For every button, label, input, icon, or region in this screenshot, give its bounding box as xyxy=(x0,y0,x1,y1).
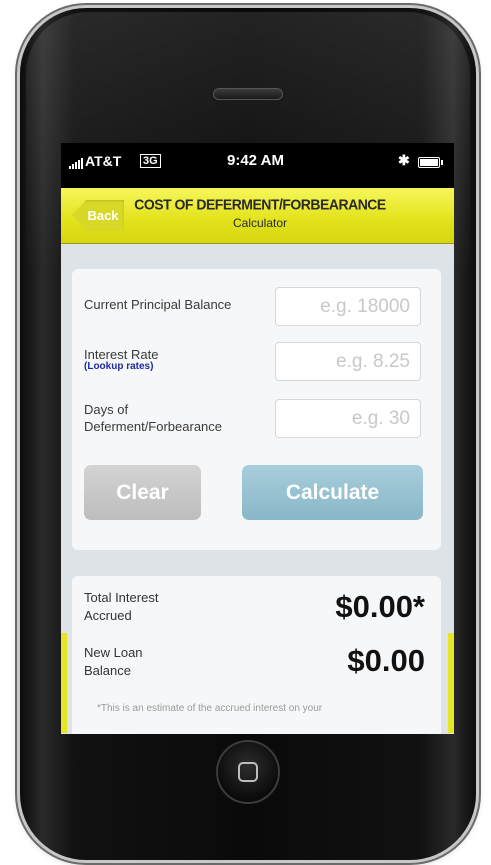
total-interest-label-line1: Total Interest xyxy=(84,590,159,605)
page-subtitle: Calculator xyxy=(232,216,288,230)
navigation-bar: Back COST OF DEFERMENT/FORBEARANCE Calcu… xyxy=(61,188,454,244)
estimate-footnote: *This is an estimate of the accrued inte… xyxy=(97,703,323,714)
home-button[interactable] xyxy=(216,740,280,804)
right-accent-strip xyxy=(448,633,454,733)
network-type: 3G xyxy=(140,154,161,168)
status-bar: AT&T 3G 9:42 AM ✱ xyxy=(61,143,454,188)
calculate-button[interactable]: Calculate xyxy=(242,465,423,520)
bluetooth-icon: ✱ xyxy=(398,152,410,168)
interest-rate-input[interactable] xyxy=(275,342,421,381)
new-balance-value: $0.00 xyxy=(347,643,425,678)
calculator-form: Current Principal Balance Interest Rate … xyxy=(72,269,441,550)
page-title: COST OF DEFERMENT/FORBEARANCE xyxy=(134,195,386,213)
clear-button[interactable]: Clear xyxy=(84,465,201,520)
app-screen: AT&T 3G 9:42 AM ✱ Back COST OF DEFERMENT… xyxy=(61,143,454,734)
status-time: 9:42 AM xyxy=(227,152,284,169)
carrier-name: AT&T xyxy=(85,153,122,169)
speaker-grille xyxy=(213,88,283,100)
days-label-line1: Days of xyxy=(84,402,129,417)
lookup-rates-link[interactable]: (Lookup rates) xyxy=(84,361,153,372)
total-interest-label-line2: Accrued xyxy=(84,608,132,623)
total-interest-value: $0.00* xyxy=(335,589,425,624)
battery-icon xyxy=(418,157,443,168)
home-square-icon xyxy=(238,762,258,782)
results-panel: Total Interest Accrued $0.00* New Loan B… xyxy=(72,576,441,734)
signal-bars-icon xyxy=(69,157,83,169)
back-button[interactable]: Back xyxy=(72,200,124,230)
principal-label: Current Principal Balance xyxy=(84,297,232,312)
new-balance-label-line1: New Loan xyxy=(84,645,143,660)
left-accent-strip xyxy=(61,633,67,733)
new-balance-label-line2: Balance xyxy=(84,663,131,678)
principal-input[interactable] xyxy=(275,287,421,326)
days-input[interactable] xyxy=(275,399,421,438)
days-label-line2: Deferment/Forbearance xyxy=(84,419,223,434)
